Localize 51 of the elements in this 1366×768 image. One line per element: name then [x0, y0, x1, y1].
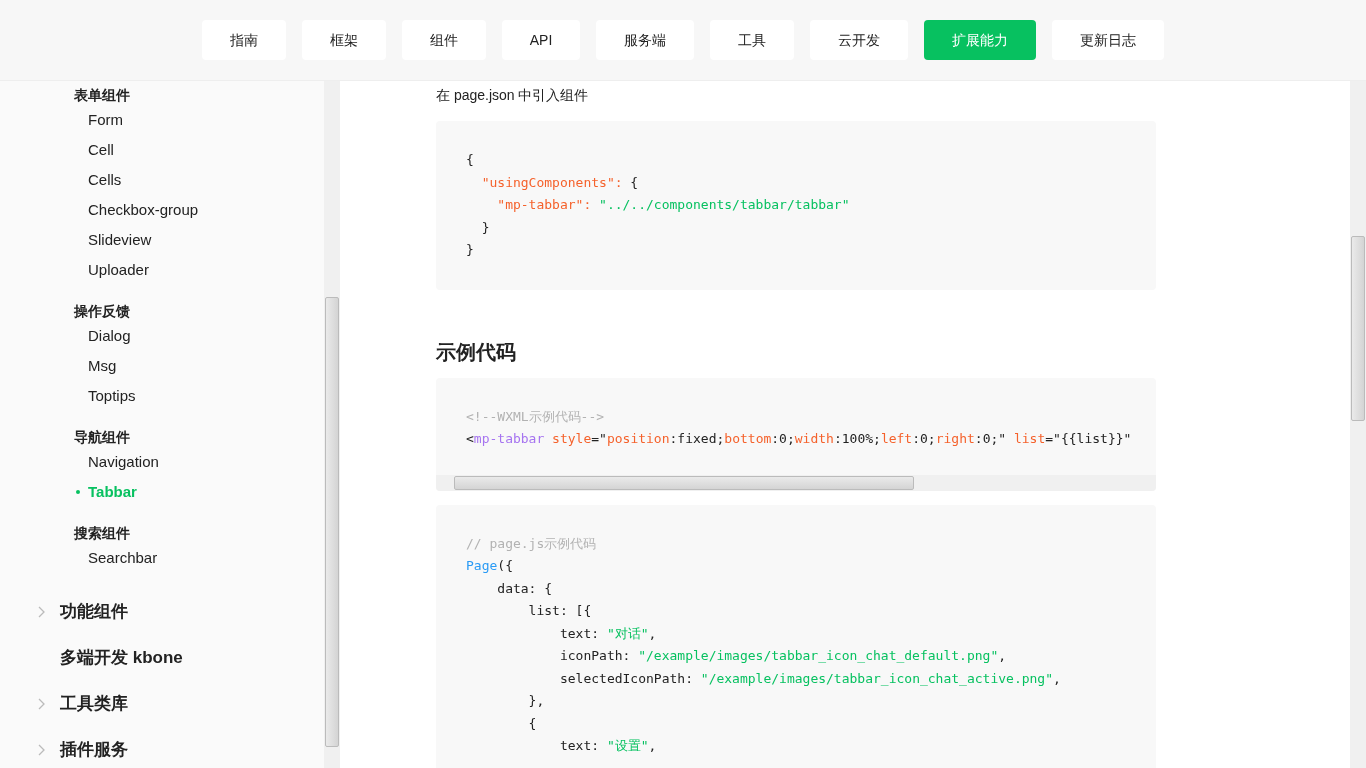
code-line: text: "设置",: [558, 737, 658, 755]
scrollbar-thumb[interactable]: [1351, 236, 1365, 421]
nav-tab[interactable]: 指南: [201, 20, 286, 60]
code-line: iconPath: "/example/images/tabbar_icon_chat_default.png",: [558, 647, 1008, 665]
code-line: Page({: [466, 557, 514, 575]
paragraph: 在 page.json 中引入组件: [436, 86, 590, 105]
scrollbar-thumb[interactable]: [325, 297, 339, 747]
sidebar-item[interactable]: Slideview: [60, 225, 324, 255]
nav-tab[interactable]: 更新日志: [1052, 20, 1165, 60]
code-line: },: [527, 692, 546, 710]
sidebar-section[interactable]: 工具类库: [60, 681, 324, 727]
scrollbar[interactable]: [1350, 81, 1366, 768]
sidebar-item[interactable]: Cell: [60, 135, 324, 165]
code-line: list: [{: [527, 602, 593, 620]
sidebar-item[interactable]: Form: [60, 105, 324, 135]
sidebar-item[interactable]: Checkbox-group: [60, 195, 324, 225]
code-line: "usingComponents": {: [480, 173, 640, 192]
sidebar-item[interactable]: Dialog: [60, 321, 324, 351]
code-line: }: [466, 241, 475, 259]
scrollbar-thumb[interactable]: [454, 475, 914, 490]
code-line: text: "对话",: [558, 624, 658, 643]
nav-tab[interactable]: 框架: [301, 20, 386, 60]
sidebar-group-title: 导航组件: [74, 428, 131, 447]
sidebar-item[interactable]: Toptips: [60, 381, 324, 411]
horizontal-scrollbar[interactable]: [436, 474, 1156, 491]
code-line: "mp-tabbar": "../../components/tabbar/tabbar": [496, 196, 851, 214]
code-line: <!--WXML示例代码-->: [466, 407, 606, 426]
sidebar-item[interactable]: Msg: [60, 351, 324, 381]
code-line: {: [527, 714, 538, 733]
code-line: data: {: [496, 579, 554, 598]
code-line: }: [480, 218, 491, 237]
sidebar-section[interactable]: 插件服务: [60, 727, 324, 768]
nav-tab[interactable]: 服务端: [596, 20, 695, 60]
sidebar-item[interactable]: Cells: [60, 165, 324, 195]
nav-tab[interactable]: 组件: [401, 20, 486, 60]
sidebar-item[interactable]: Navigation: [60, 447, 324, 477]
sidebar-section[interactable]: 多端开发 kbone: [60, 635, 324, 681]
sidebar-group-title: 操作反馈: [74, 302, 131, 321]
code-line: {: [466, 151, 475, 169]
sidebar-group-title: 表单组件: [74, 86, 131, 105]
sidebar-group-title: 搜索组件: [74, 524, 131, 543]
code-line: // page.js示例代码: [466, 534, 598, 553]
section-heading: 示例代码: [436, 339, 517, 364]
scrollbar[interactable]: [324, 81, 340, 768]
sidebar-item[interactable]: Uploader: [60, 255, 324, 285]
nav-tab[interactable]: 云开发: [810, 20, 909, 60]
sidebar-section[interactable]: 功能组件: [60, 589, 324, 635]
code-line: selectedIconPath: "/example/images/tabbar_icon_chat_active.png",: [558, 669, 1062, 688]
sidebar-item[interactable]: Searchbar: [60, 543, 324, 573]
nav-tab[interactable]: 工具: [710, 20, 795, 60]
nav-tab[interactable]: API: [501, 20, 581, 60]
